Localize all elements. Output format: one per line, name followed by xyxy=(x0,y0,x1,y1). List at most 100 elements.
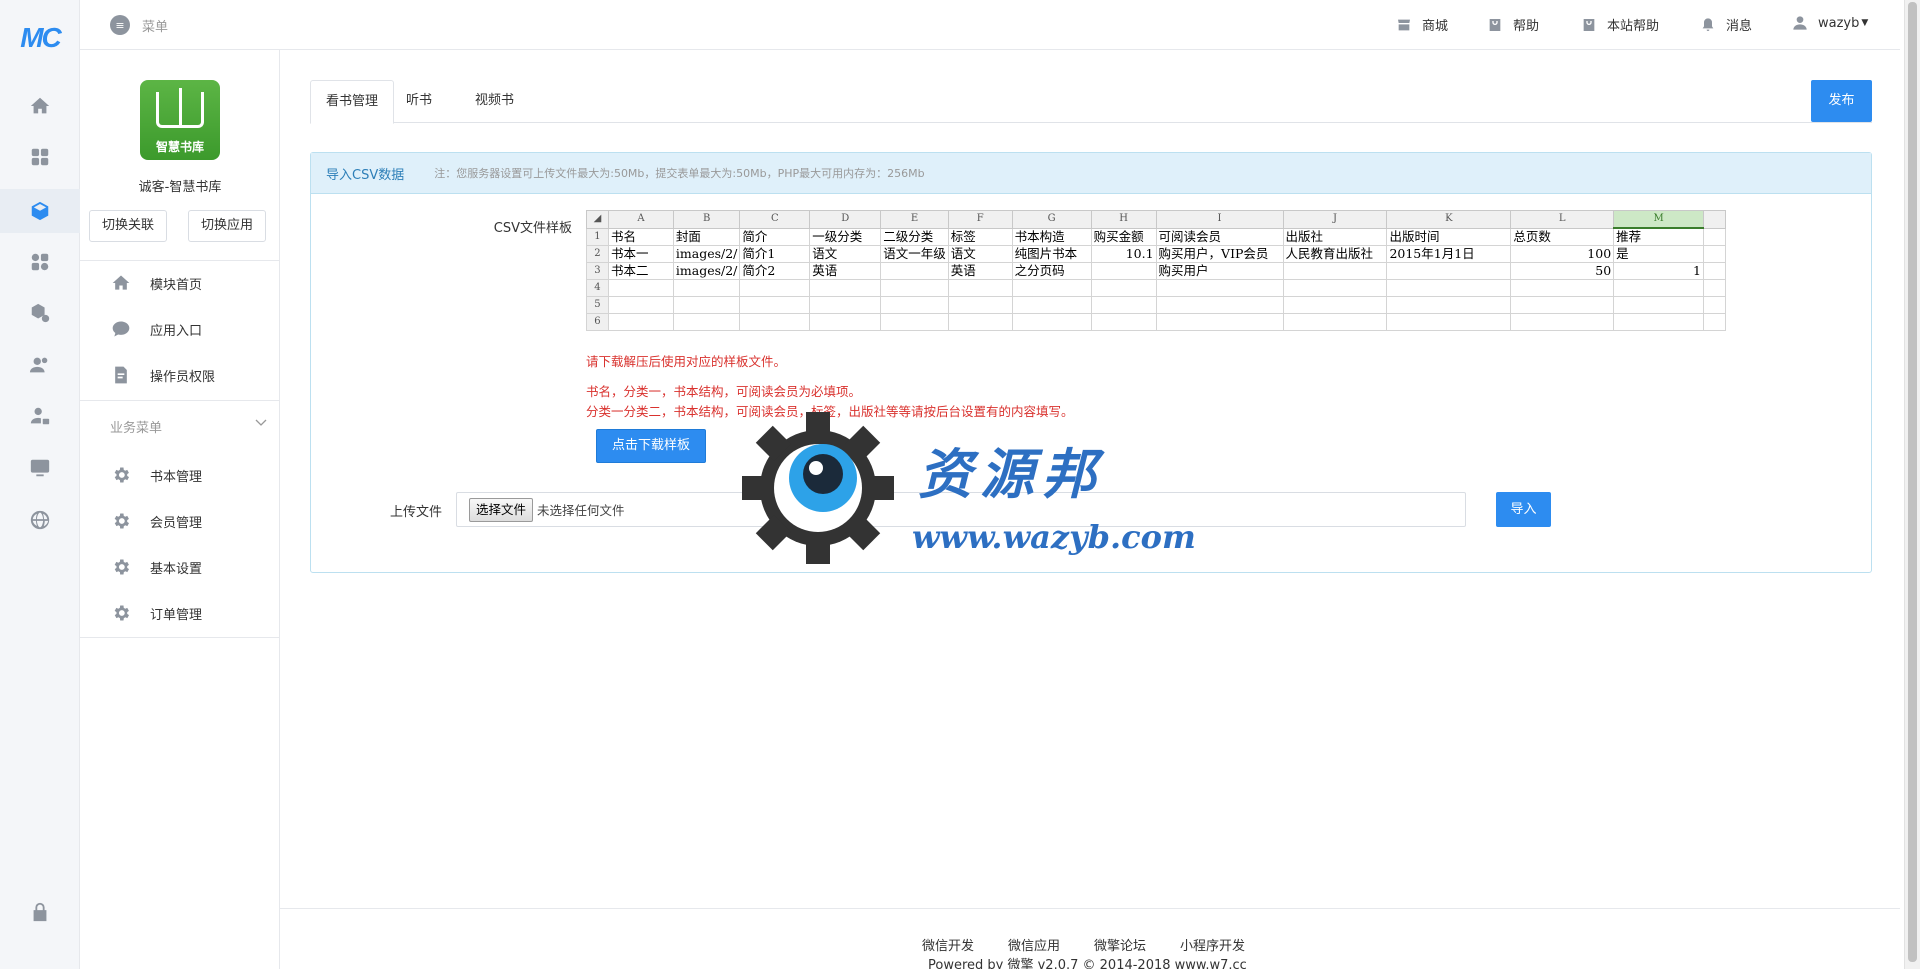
sheet-cell: 封面 xyxy=(672,227,741,246)
sidebar-item-operator-permissions[interactable]: 操作员权限 xyxy=(80,360,280,390)
nav-messages-label: 消息 xyxy=(1726,19,1753,34)
sheet-column-header: K xyxy=(1386,210,1512,229)
tab-video-book[interactable]: 视频书 xyxy=(460,80,529,123)
dashboard-icon[interactable] xyxy=(24,141,56,173)
sheet-cell xyxy=(809,296,882,314)
globe-icon[interactable] xyxy=(24,504,56,536)
sheet-cell: 书本一 xyxy=(607,245,674,263)
user-menu[interactable]: wazyb ▼ xyxy=(1792,15,1868,31)
sheet-cell xyxy=(1386,313,1512,331)
tab-audiobook[interactable]: 听书 xyxy=(391,80,447,123)
sheet-cell: 语文 xyxy=(809,245,882,263)
nav-site-help[interactable]: 本站帮助 xyxy=(1581,15,1659,34)
footer-link-forum[interactable]: 微擎论坛 xyxy=(1094,935,1146,954)
sheet-cell xyxy=(947,279,1013,297)
sheet-cell: 人民教育出版社 xyxy=(1282,245,1388,263)
sheet-cell: 书名 xyxy=(607,227,674,246)
package-settings-icon[interactable] xyxy=(24,297,56,329)
app-logo: 智慧书库 xyxy=(140,80,220,160)
sheet-cell xyxy=(739,296,811,314)
brand-logo[interactable]: MC xyxy=(0,22,80,54)
nav-messages[interactable]: 消息 xyxy=(1700,15,1752,34)
sheet-row: 5 xyxy=(586,296,1727,314)
sheet-row: 6 xyxy=(586,313,1727,331)
sheet-column-header: E xyxy=(880,210,949,229)
sheet-cell xyxy=(1090,313,1157,331)
footer-link-wechat-dev[interactable]: 微信开发 xyxy=(922,935,974,954)
sheet-row: 1 书名 封面 简介 一级分类 二级分类 标签 书本构造 购买金额 可阅读会员 出版社 出版时间 总页数… xyxy=(586,227,1727,246)
sheet-cell: 英语 xyxy=(947,262,1013,280)
module-cube-icon[interactable] xyxy=(24,195,56,227)
sheet-cell: 购买金额 xyxy=(1090,227,1157,246)
sheet-cell: 50 xyxy=(1510,262,1615,280)
apps-icon[interactable] xyxy=(24,246,56,278)
sidebar-item-label: 操作员权限 xyxy=(150,369,216,385)
chevron-down-icon[interactable] xyxy=(255,417,267,429)
list-icon: ≡ xyxy=(110,15,130,35)
bell-icon xyxy=(1702,17,1714,31)
sheet-column-header: B xyxy=(672,210,741,229)
sheet-cell xyxy=(1386,296,1512,314)
sheet-cell-empty xyxy=(1702,279,1727,297)
sheet-column-header-empty xyxy=(1702,210,1727,229)
user-lock-icon[interactable] xyxy=(24,400,56,432)
panel-heading: 导入CSV数据 注：您服务器设置可上传文件最大为:50Mb，提交表单最大为:50… xyxy=(311,153,1871,194)
sidebar-item-label: 书本管理 xyxy=(150,469,203,485)
switch-link-button[interactable]: 切换关联 xyxy=(89,210,168,242)
site-help-icon xyxy=(1583,18,1595,31)
tab-reading-management[interactable]: 看书管理 xyxy=(310,80,395,124)
watermark-gear-logo xyxy=(742,412,894,564)
sidebar-item-book-management[interactable]: 书本管理 xyxy=(80,460,280,490)
sheet-cell xyxy=(1090,296,1157,314)
scrollbar-thumb[interactable] xyxy=(1908,2,1917,962)
nav-help[interactable]: 帮助 xyxy=(1487,15,1539,34)
gear-icon xyxy=(110,556,132,578)
sheet-cell xyxy=(1090,262,1157,280)
import-button[interactable]: 导入 xyxy=(1496,492,1551,527)
sidebar-item-app-entry[interactable]: 应用入口 xyxy=(80,314,280,344)
sheet-cell xyxy=(1510,296,1615,314)
no-file-selected-text: 未选择任何文件 xyxy=(537,503,625,518)
help-icon xyxy=(1489,18,1501,31)
sidebar-item-member-management[interactable]: 会员管理 xyxy=(80,506,280,536)
sheet-cell: 一级分类 xyxy=(809,227,882,246)
document-icon xyxy=(110,364,132,386)
monitor-icon[interactable] xyxy=(24,452,56,484)
switch-app-button[interactable]: 切换应用 xyxy=(188,210,267,242)
sheet-column-header: A xyxy=(607,210,674,229)
sheet-column-header: D xyxy=(809,210,882,229)
lock-icon[interactable] xyxy=(24,896,56,928)
sidebar-item-order-management[interactable]: 订单管理 xyxy=(80,598,280,628)
sheet-cell xyxy=(1011,296,1092,314)
nav-store[interactable]: 商城 xyxy=(1396,15,1448,34)
footer-link-miniprogram[interactable]: 小程序开发 xyxy=(1180,935,1245,954)
download-template-button[interactable]: 点击下载样板 xyxy=(596,429,706,463)
page-scrollbar[interactable] xyxy=(1904,0,1920,969)
sheet-cell xyxy=(1155,296,1284,314)
gear-icon xyxy=(110,602,132,624)
sidebar-item-basic-settings[interactable]: 基本设置 xyxy=(80,552,280,582)
watermark-title: 资源邦 xyxy=(918,442,1104,506)
sheet-column-header: L xyxy=(1510,210,1615,229)
sheet-cell: 二级分类 xyxy=(880,227,949,246)
divider xyxy=(80,637,280,638)
sheet-row-number: 6 xyxy=(586,313,609,331)
sidebar-item-label: 模块首页 xyxy=(150,277,203,293)
gear-icon xyxy=(110,464,132,486)
publish-button[interactable]: 发布 xyxy=(1811,80,1872,122)
sheet-cell: 标签 xyxy=(947,227,1013,246)
sheet-cell: 2015年1月1日 xyxy=(1386,245,1512,263)
choose-file-button[interactable]: 选择文件 xyxy=(469,497,534,522)
sidebar-item-module-home[interactable]: 模块首页 xyxy=(80,268,280,298)
book-icon xyxy=(156,88,204,128)
sheet-cell xyxy=(1011,313,1092,331)
sheet-cell xyxy=(880,296,949,314)
menu-toggle[interactable]: ≡ 菜单 xyxy=(110,15,168,35)
home-icon xyxy=(110,272,132,294)
sheet-cell: 购买用户 xyxy=(1155,262,1284,280)
sheet-cell xyxy=(672,279,741,297)
footer-link-wechat-apps[interactable]: 微信应用 xyxy=(1008,935,1060,954)
sheet-row-number: 4 xyxy=(586,279,609,297)
home-icon[interactable] xyxy=(24,90,56,122)
users-icon[interactable] xyxy=(24,349,56,381)
